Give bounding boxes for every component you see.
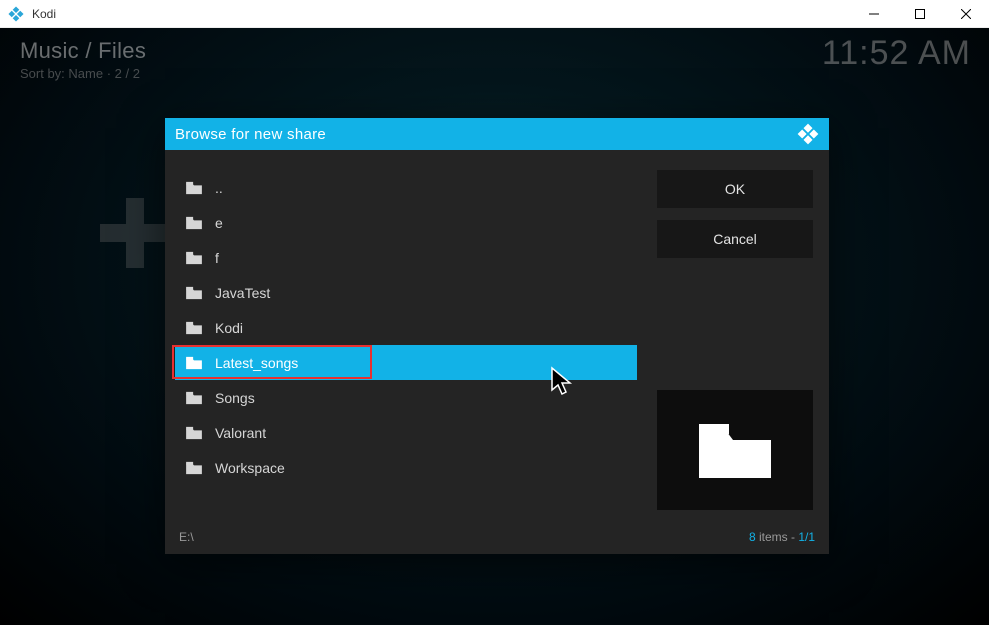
file-row[interactable]: f: [175, 240, 637, 275]
file-row[interactable]: Songs: [175, 380, 637, 415]
file-row-label: Valorant: [215, 425, 266, 441]
folder-icon: [185, 181, 203, 195]
folder-icon: [185, 251, 203, 265]
folder-icon: [185, 356, 203, 370]
background-header: Music / Files Sort by: Name · 2 / 2: [20, 38, 146, 81]
dialog-side-column: OK Cancel: [657, 170, 813, 510]
window-title: Kodi: [32, 7, 851, 21]
file-row[interactable]: e: [175, 205, 637, 240]
kodi-app-icon: [8, 6, 24, 22]
window-minimize-button[interactable]: [851, 0, 897, 28]
browse-share-dialog: Browse for new share .. e f JavaTest Kodi Lat…: [165, 118, 829, 554]
folder-icon: [185, 426, 203, 440]
file-row-label: ..: [215, 180, 223, 196]
clock: 11:52 AM: [822, 34, 971, 73]
file-row-label: Latest_songs: [215, 355, 298, 371]
dialog-body: .. e f JavaTest Kodi Latest_songs Songs Valoran…: [165, 150, 829, 524]
file-row[interactable]: Valorant: [175, 415, 637, 450]
folder-icon: [185, 461, 203, 475]
window-maximize-button[interactable]: [897, 0, 943, 28]
kodi-main-area: Music / Files Sort by: Name · 2 / 2 11:5…: [0, 28, 989, 625]
folder-icon: [185, 391, 203, 405]
item-count: 8 items - 1/1: [749, 530, 815, 544]
window-close-button[interactable]: [943, 0, 989, 28]
file-row[interactable]: JavaTest: [175, 275, 637, 310]
current-path: E:\: [179, 530, 749, 544]
file-row-label: e: [215, 215, 223, 231]
cancel-button[interactable]: Cancel: [657, 220, 813, 258]
folder-icon: [185, 286, 203, 300]
file-row[interactable]: ..: [175, 170, 637, 205]
window-controls: [851, 0, 989, 28]
file-row[interactable]: Workspace: [175, 450, 637, 485]
sort-info: Sort by: Name · 2 / 2: [20, 66, 146, 81]
window-titlebar: Kodi: [0, 0, 989, 28]
breadcrumb: Music / Files: [20, 38, 146, 64]
file-row-label: Kodi: [215, 320, 243, 336]
dialog-title: Browse for new share: [175, 126, 797, 143]
dialog-header: Browse for new share: [165, 118, 829, 150]
folder-icon: [185, 216, 203, 230]
kodi-logo-icon: [797, 123, 819, 145]
file-row[interactable]: Latest_songs: [175, 345, 637, 380]
file-list[interactable]: .. e f JavaTest Kodi Latest_songs Songs Valoran…: [175, 170, 637, 510]
folder-preview: [657, 390, 813, 510]
dialog-footer: E:\ 8 items - 1/1: [165, 524, 829, 554]
file-row-label: JavaTest: [215, 285, 270, 301]
file-row-label: f: [215, 250, 219, 266]
file-row[interactable]: Kodi: [175, 310, 637, 345]
folder-large-icon: [695, 418, 775, 482]
file-row-label: Songs: [215, 390, 255, 406]
file-row-label: Workspace: [215, 460, 285, 476]
folder-icon: [185, 321, 203, 335]
ok-button[interactable]: OK: [657, 170, 813, 208]
